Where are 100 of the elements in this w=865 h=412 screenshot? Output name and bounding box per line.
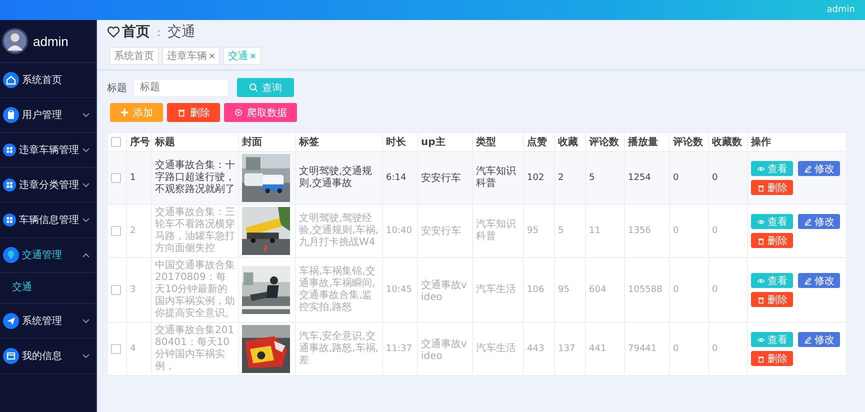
avatar-icon — [2, 28, 28, 54]
checkbox[interactable] — [111, 284, 121, 295]
sidebar-item[interactable]: 系统首页 — [0, 63, 96, 98]
table-cell: 交通事故合集：十字路口超速行驶，不观察路况就剐了 — [155, 160, 235, 195]
eye-icon — [756, 336, 764, 344]
table-cell: 604 — [589, 285, 606, 295]
edit-button[interactable]: 修改 — [798, 214, 840, 229]
sidebar-item[interactable]: 我的信息 — [0, 339, 96, 374]
trash-icon — [756, 236, 764, 244]
checkbox[interactable] — [111, 344, 121, 354]
table-cell: 1254 — [628, 173, 651, 183]
table-cell: 安安行车 — [421, 173, 461, 184]
column-header[interactable]: 操作 — [751, 137, 771, 148]
field-label: 标题 — [107, 82, 127, 94]
table-cell: 文明驾驶,交通规则,交通事故 — [299, 166, 372, 189]
pencil-icon — [804, 164, 812, 172]
breadcrumb-separator: : — [157, 26, 161, 38]
table-cell: 交通事故合集20180401：每天10分钟国内车祸实例， — [155, 325, 234, 372]
sidebar-item[interactable]: 系统管理 — [0, 304, 96, 339]
checkbox[interactable] — [111, 226, 121, 236]
pencil-icon — [804, 276, 812, 284]
table-cell: 汽车生活 — [476, 343, 516, 354]
table-cell: 汽车知识科普 — [476, 219, 516, 242]
map-pin-icon — [3, 247, 19, 263]
plus-icon — [120, 108, 129, 117]
pencil-icon — [804, 218, 812, 226]
table-cell: 0 — [712, 344, 718, 354]
table-cell: 车祸,车祸集锦,交通事故,车祸瞬间,交通事故合集,监控实拍,路怒 — [299, 266, 376, 313]
trash-icon — [756, 296, 764, 304]
gear-icon — [234, 108, 243, 117]
grid-icon — [3, 142, 16, 158]
table-cell: 0 — [712, 285, 718, 295]
eye-icon — [756, 276, 764, 284]
sidebar-item[interactable]: 用户管理 — [0, 98, 96, 133]
table-cell: 交通事故video — [421, 280, 467, 302]
sidebar-item[interactable]: 违章车辆管理 — [0, 133, 96, 168]
table-cell: 441 — [589, 344, 606, 354]
table-cell: 5 — [558, 226, 564, 236]
table-cell: 0 — [712, 173, 718, 183]
table-cell: 10:40 — [386, 226, 412, 236]
column-header[interactable]: 标签 — [299, 137, 319, 148]
sidebar-item[interactable]: 交通管理 — [0, 238, 96, 273]
close-icon — [250, 53, 256, 59]
table-cell: 0 — [673, 344, 679, 354]
table-cell: 11:37 — [386, 344, 412, 354]
table-cell: 汽车生活 — [476, 284, 516, 295]
checkbox[interactable] — [111, 172, 121, 183]
paper-plane-icon — [3, 313, 19, 329]
table-cell: 1 — [130, 173, 136, 183]
table-cell: 中国交通事故合集20170809：每天10分钟最新的国内车祸实例，助你提高安全意识。 — [155, 260, 235, 319]
table-cell: 105588 — [628, 285, 662, 295]
heart-icon — [107, 26, 120, 38]
table-cell: 3 — [130, 285, 136, 295]
table-cell: 0 — [712, 226, 718, 236]
table-cell: 交通事故video — [421, 338, 467, 362]
table-cell: 443 — [527, 344, 544, 354]
table-cell: 106 — [527, 285, 544, 295]
edit-button[interactable]: 修改 — [798, 332, 840, 347]
table-cell: 11 — [589, 226, 600, 236]
trash-icon — [756, 354, 764, 362]
table-cell: 4 — [130, 344, 136, 354]
table-cell: 0 — [673, 285, 679, 295]
table-cell: 安安行车 — [421, 226, 461, 237]
clipboard-icon — [3, 107, 19, 123]
eye-icon — [756, 164, 764, 172]
search-icon — [249, 83, 258, 92]
breadcrumb-current: 交通 — [168, 23, 196, 41]
table-cell: 0 — [673, 173, 679, 183]
table-cell: 137 — [558, 344, 576, 354]
breadcrumb-link[interactable]: 首页 — [122, 23, 150, 41]
table-cell: 10:45 — [386, 285, 412, 295]
sidebar-subitem[interactable]: 交通 — [0, 273, 96, 304]
edit-button[interactable]: 修改 — [798, 161, 840, 176]
table-cell: 汽车知识科普 — [476, 166, 516, 189]
title-input-field[interactable]: 标题 — [133, 78, 229, 96]
eye-icon — [756, 218, 764, 226]
column-header[interactable]: 标题 — [155, 137, 175, 148]
table-cell: 79441 — [628, 344, 657, 354]
grid-icon — [3, 212, 16, 228]
table-cell: 汽车,安全意识,交通事故,路怒,车祸,差 — [299, 331, 379, 366]
tab[interactable]: 系统首页 — [109, 47, 159, 65]
close-icon — [209, 53, 215, 59]
table-cell: 1356 — [628, 226, 651, 236]
edit-button[interactable]: 修改 — [798, 273, 840, 288]
table-cell: 95 — [558, 285, 570, 295]
table-cell: 交通事故合集：三轮车不看路况横穿马路，油罐车急打方向面侧失控 — [155, 207, 235, 254]
tab[interactable]: 违章车辆 — [162, 47, 220, 65]
house-icon — [3, 72, 19, 88]
checkbox[interactable] — [111, 136, 121, 147]
card-icon — [3, 348, 19, 364]
table-cell: 95 — [527, 226, 538, 236]
table-cell: 0 — [673, 226, 679, 236]
grid-icon — [3, 177, 16, 193]
table-cell: 文明驾驶,驾驶经验,交通规则,车祸,九月打卡挑战W4 — [299, 213, 379, 248]
sidebar-item[interactable]: 违章分类管理 — [0, 168, 96, 203]
table-cell: 5 — [589, 173, 595, 183]
table-cell: 102 — [527, 173, 544, 183]
sidebar-item[interactable]: 车辆信息管理 — [0, 203, 96, 238]
table-cell: 6:14 — [386, 173, 406, 183]
user-name: admin — [33, 34, 68, 48]
